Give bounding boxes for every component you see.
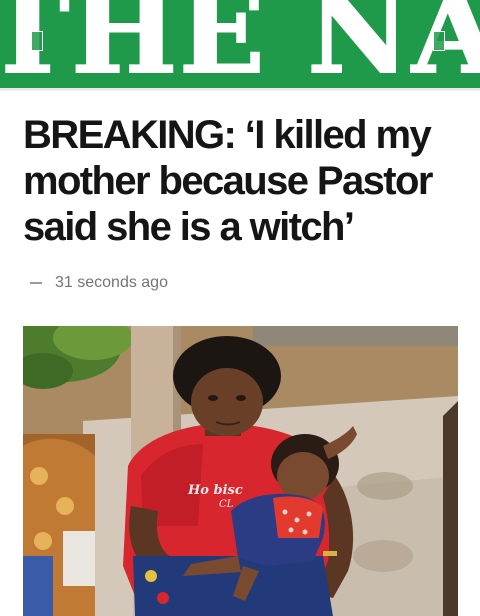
site-header: THE NATION (0, 0, 480, 88)
site-logo[interactable]: THE NATION (0, 0, 480, 88)
meta-dash (30, 282, 42, 284)
article-feature-image[interactable]: Ho bisc CL (23, 326, 458, 616)
shirt-text: Ho bisc (187, 483, 243, 498)
shirt-text-2: CL (219, 499, 234, 510)
search-icon[interactable] (428, 28, 450, 54)
article-meta: 31 seconds ago (30, 274, 168, 292)
article-headline: BREAKING: ‘I killed my mother because Pa… (23, 113, 433, 249)
header-divider (0, 88, 480, 90)
article-timestamp: 31 seconds ago (55, 274, 168, 291)
menu-icon[interactable] (26, 28, 48, 54)
